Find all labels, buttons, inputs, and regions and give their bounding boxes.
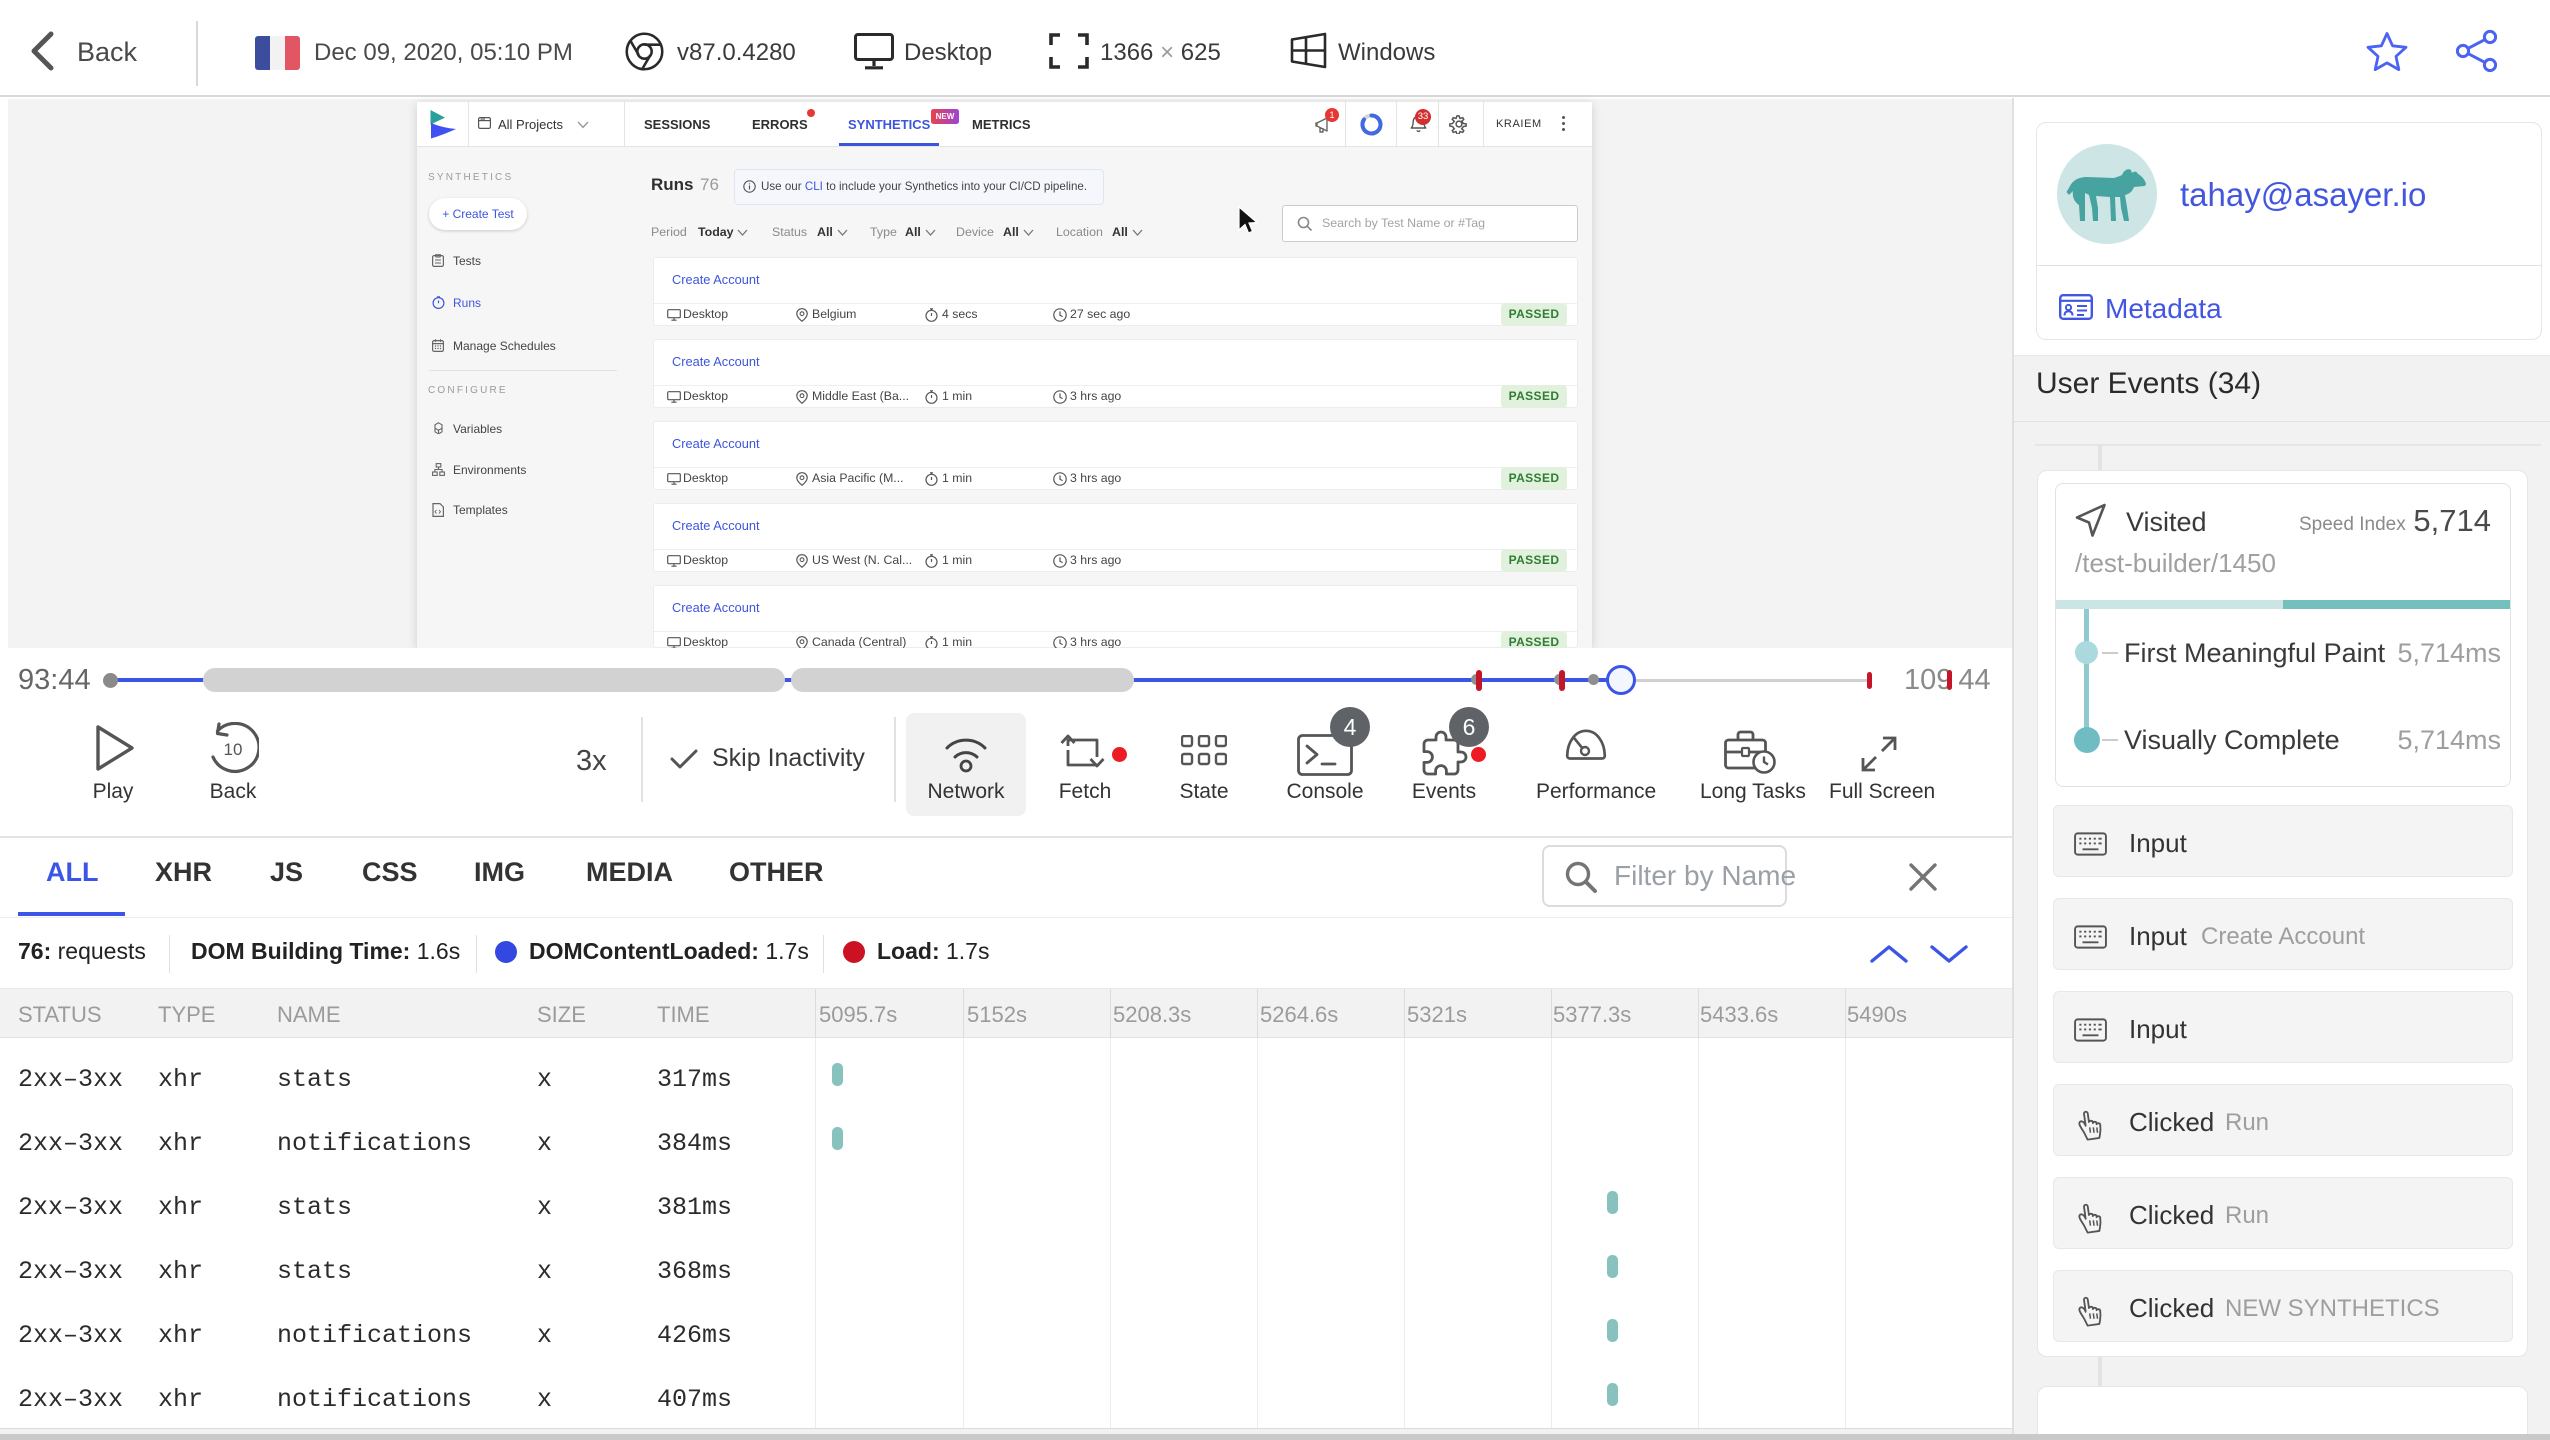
svg-text:10: 10 [224,740,243,759]
